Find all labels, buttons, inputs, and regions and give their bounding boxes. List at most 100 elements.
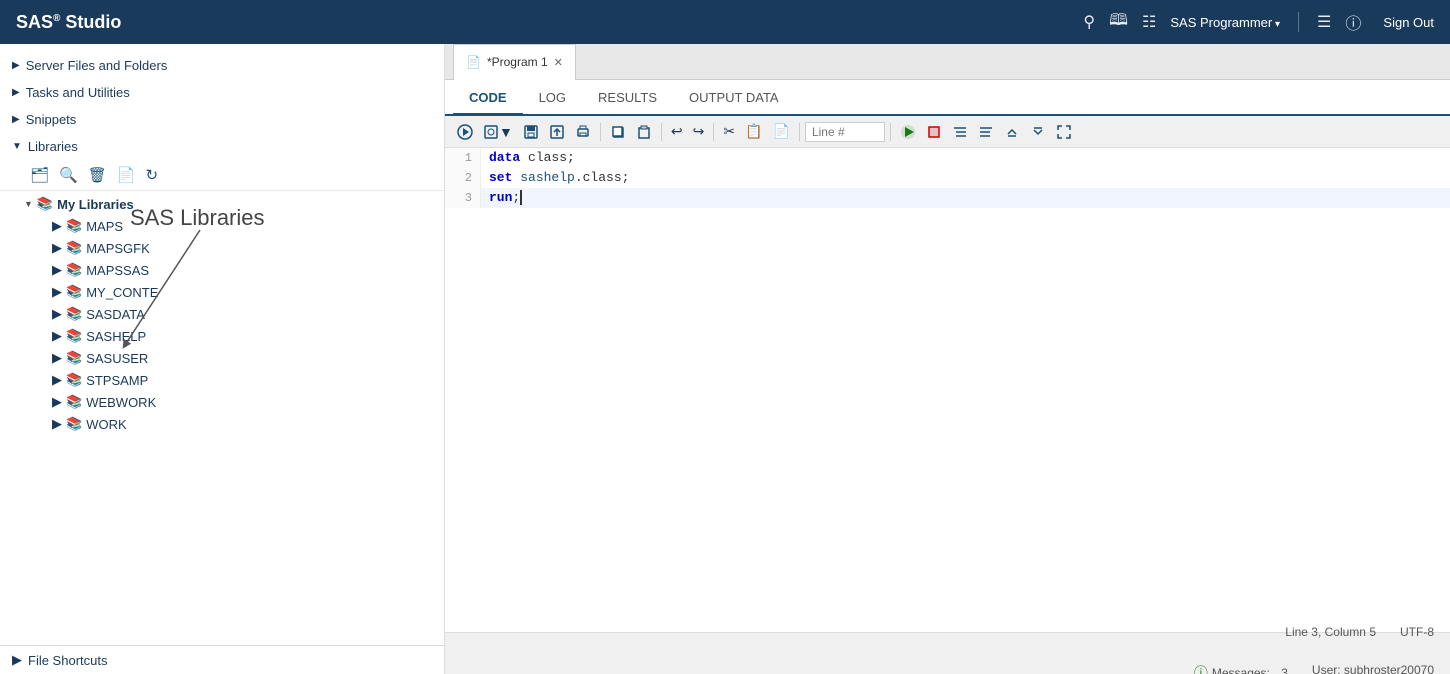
code-line-2: 2 set sashelp.class;	[445, 168, 1450, 188]
copy-button[interactable]: 📋	[741, 120, 766, 143]
new-library-button[interactable]: 🗂	[28, 164, 51, 186]
grid-icon[interactable]: ☷	[1142, 12, 1156, 32]
line-code: run;	[481, 188, 538, 208]
tree-item-label: SASDATA	[86, 307, 145, 322]
toolbar-sep-5	[890, 123, 891, 141]
menu-icon[interactable]: ☰	[1317, 12, 1331, 32]
expand-all-button[interactable]	[1026, 121, 1050, 143]
refresh-button[interactable]: ↻	[143, 164, 160, 186]
messages-status: ⓘ Messages: 3	[1194, 663, 1288, 674]
chevron-right-icon: ▶	[52, 350, 62, 366]
code-line-1: 1 data class;	[445, 148, 1450, 168]
tree-item-label: MAPSSAS	[86, 263, 149, 278]
paste2-button[interactable]: 📄	[769, 120, 794, 143]
sub-tab-output-data[interactable]: OUTPUT DATA	[673, 82, 795, 116]
tree-item-mapssas[interactable]: ▶ 📚 MAPSSAS	[0, 259, 444, 281]
tree-item-my-libraries[interactable]: ▼ 📚 My Libraries	[0, 193, 444, 215]
delete-button[interactable]: 🗑	[86, 164, 109, 186]
tree-item-mapsgfk[interactable]: ▶ 📚 MAPSGFK	[0, 237, 444, 259]
status-row-position: Line 3, Column 5 UTF-8	[461, 625, 1434, 639]
sub-tab-code[interactable]: CODE	[453, 82, 523, 116]
code-editor[interactable]: 1 data class; 2 set sashelp.class; 3 run…	[445, 148, 1450, 632]
run-man-button[interactable]	[453, 121, 477, 143]
fullscreen-button[interactable]	[1052, 121, 1076, 143]
line-code: data class;	[481, 148, 583, 168]
tree-item-work[interactable]: ▶ 📚 WORK	[0, 413, 444, 435]
line-number: 3	[445, 188, 481, 208]
cursor-position: Line 3, Column 5	[1285, 625, 1376, 639]
tree-item-stpsamp[interactable]: ▶ 📚 STPSAMP	[0, 369, 444, 391]
filter-button[interactable]: 🔍	[57, 164, 80, 186]
tree-item-label: MY_CONTE	[86, 285, 158, 300]
tab-label: *Program 1	[487, 55, 548, 69]
sidebar-item-tasks[interactable]: ▶ Tasks and Utilities	[0, 79, 444, 106]
chevron-right-icon: ▶	[52, 240, 62, 256]
user-menu[interactable]: SAS Programmer	[1170, 15, 1280, 30]
tree-item-sasuser[interactable]: ▶ 📚 SASUSER	[0, 347, 444, 369]
chevron-right-icon: ▶	[52, 416, 62, 432]
tree-item-label: MAPS	[86, 219, 123, 234]
sub-tab-log[interactable]: LOG	[523, 82, 582, 116]
line-number-input[interactable]	[805, 122, 885, 142]
indent-button[interactable]	[948, 121, 972, 143]
tree-item-my-conte[interactable]: ▶ 📚 MY_CONTE	[0, 281, 444, 303]
user-status: User: subhroster20070	[1312, 663, 1434, 674]
tree-item-webwork[interactable]: ▶ 📚 WEBWORK	[0, 391, 444, 413]
line-number: 2	[445, 168, 481, 188]
library-icon: 📚	[66, 416, 82, 432]
signout-button[interactable]: Sign Out	[1383, 15, 1434, 30]
line-code: set sashelp.class;	[481, 168, 637, 188]
submit-button[interactable]	[896, 121, 920, 143]
sub-tab-results[interactable]: RESULTS	[582, 82, 673, 116]
tabs-bar: 📄 *Program 1 ✕	[445, 44, 1450, 80]
library-icon: 📚	[66, 328, 82, 344]
libraries-toolbar: 🗂 🔍 🗑 📄 ↻	[0, 160, 444, 191]
undo-button[interactable]: ↩	[667, 120, 687, 143]
print-button[interactable]	[571, 121, 595, 143]
redo-button[interactable]: ↪	[689, 120, 709, 143]
sidebar-item-label: Libraries	[28, 139, 78, 154]
save-button[interactable]	[519, 121, 543, 143]
copy-tab-button[interactable]	[606, 121, 630, 143]
paste-button[interactable]	[632, 121, 656, 143]
editor-toolbar: ▼ ↩ ↪ ✂ 📋 📄	[445, 116, 1450, 148]
scissors-button[interactable]: ✂	[719, 120, 739, 143]
library-tree: ▼ 📚 My Libraries ▶ 📚 MAPS ▶ 📚 MAPSGFK	[0, 191, 444, 437]
library-group-icon: 📚	[37, 196, 53, 212]
encoding: UTF-8	[1400, 625, 1434, 639]
save-as-button[interactable]	[545, 121, 569, 143]
tree-item-sashelp[interactable]: ▶ 📚 SASHELP SAS Libraries	[0, 325, 444, 347]
library-icon: 📚	[66, 306, 82, 322]
save-dropdown-button[interactable]: ▼	[479, 121, 517, 143]
tree-item-sasdata[interactable]: ▶ 📚 SASDATA	[0, 303, 444, 325]
stop-button[interactable]	[922, 121, 946, 143]
status-bar: Line 3, Column 5 UTF-8 ⓘ Messages: 3 Use…	[445, 632, 1450, 674]
sidebar-item-libraries[interactable]: ▼ Libraries	[0, 133, 444, 160]
library-icon: 📚	[66, 394, 82, 410]
sidebar-item-snippets[interactable]: ▶ Snippets	[0, 106, 444, 133]
chevron-right-icon: ▶	[12, 652, 22, 668]
chevron-right-icon: ▶	[52, 306, 62, 322]
search-icon[interactable]: ⚲	[1083, 12, 1095, 32]
tree-item-maps[interactable]: ▶ 📚 MAPS	[0, 215, 444, 237]
tab-close-button[interactable]: ✕	[554, 56, 563, 69]
collapse-all-button[interactable]	[1000, 121, 1024, 143]
chevron-down-icon: ▼	[12, 141, 22, 152]
sidebar-item-server-files[interactable]: ▶ Server Files and Folders	[0, 52, 444, 79]
tree-item-label: WORK	[86, 417, 126, 432]
sub-tabs: CODE LOG RESULTS OUTPUT DATA	[445, 80, 1450, 116]
properties-button[interactable]: 📄	[115, 164, 138, 186]
notifications-icon[interactable]: 🕮	[1109, 9, 1128, 36]
tab-program1[interactable]: 📄 *Program 1 ✕	[453, 44, 576, 80]
sidebar-item-label: File Shortcuts	[28, 653, 107, 668]
toolbar-sep-1	[600, 123, 601, 141]
sidebar-item-file-shortcuts[interactable]: ▶ File Shortcuts	[0, 645, 444, 674]
outdent-button[interactable]	[974, 121, 998, 143]
chevron-right-icon: ▶	[12, 60, 20, 71]
sidebar-item-label: Server Files and Folders	[26, 58, 168, 73]
chevron-down-icon: ▼	[24, 199, 33, 209]
library-icon: 📚	[66, 262, 82, 278]
help-icon[interactable]: ⓘ	[1345, 10, 1361, 34]
chevron-right-icon: ▶	[52, 328, 62, 344]
tree-item-label: WEBWORK	[86, 395, 156, 410]
